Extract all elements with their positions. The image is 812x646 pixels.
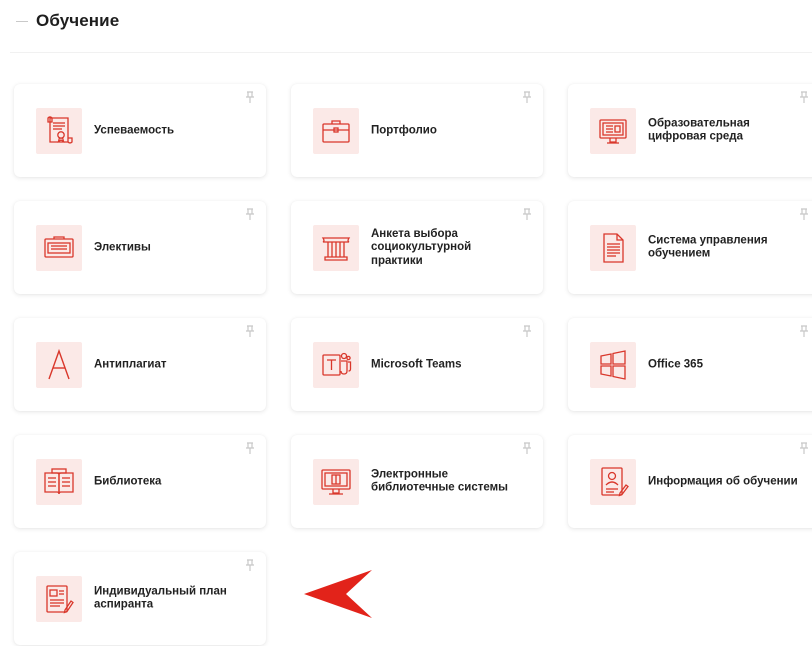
tile-uspevaemost[interactable]: Успеваемость — [14, 84, 266, 177]
windows-icon — [590, 342, 636, 388]
pin-icon[interactable] — [797, 207, 811, 221]
tile-label: Информация об обучении — [648, 474, 798, 487]
tray-icon — [36, 225, 82, 271]
tile-electronic-library-systems[interactable]: Электронные библиотечные системы — [291, 435, 543, 528]
pin-icon[interactable] — [520, 90, 534, 104]
tile-label: Microsoft Teams — [371, 357, 462, 370]
pin-icon[interactable] — [520, 207, 534, 221]
pin-icon[interactable] — [243, 441, 257, 455]
screen-book-icon — [313, 459, 359, 505]
tile-study-information[interactable]: Информация об обучении — [568, 435, 812, 528]
pin-icon[interactable] — [243, 90, 257, 104]
column-icon — [313, 225, 359, 271]
pin-icon[interactable] — [243, 558, 257, 572]
section-divider — [10, 52, 812, 53]
briefcase-icon — [313, 108, 359, 154]
section-collapse-dash[interactable] — [16, 20, 28, 22]
pin-icon[interactable] — [520, 441, 534, 455]
tile-label: Образовательная цифровая среда — [648, 117, 750, 143]
tile-label: Индивидуальный план аспиранта — [94, 585, 227, 611]
tile-individual-plan[interactable]: Индивидуальный план аспиранта — [14, 552, 266, 645]
tile-portfolio[interactable]: Портфолио — [291, 84, 543, 177]
tile-microsoft-teams[interactable]: Microsoft Teams — [291, 318, 543, 411]
pin-icon[interactable] — [797, 324, 811, 338]
tile-label: Office 365 — [648, 357, 703, 370]
plan-document-icon — [36, 576, 82, 622]
tile-label: Портфолио — [371, 123, 437, 136]
tile-label: Библиотека — [94, 474, 162, 487]
pin-icon[interactable] — [520, 324, 534, 338]
monitor-icon — [590, 108, 636, 154]
tile-library[interactable]: Библиотека — [14, 435, 266, 528]
tile-label: Элективы — [94, 240, 151, 253]
tile-label: Электронные библиотечные системы — [371, 468, 508, 494]
section-header: Обучение — [16, 10, 119, 32]
teams-icon — [313, 342, 359, 388]
letter-a-icon — [36, 342, 82, 388]
tile-office-365[interactable]: Office 365 — [568, 318, 812, 411]
tile-learning-management-system[interactable]: Система управления обучением — [568, 201, 812, 294]
document-icon — [590, 225, 636, 271]
id-card-icon — [590, 459, 636, 505]
tile-sociocultural-survey[interactable]: Анкета выбора социокультурной практики — [291, 201, 543, 294]
tile-antiplagiat[interactable]: Антиплагиат — [14, 318, 266, 411]
pin-icon[interactable] — [243, 324, 257, 338]
tile-electives[interactable]: Элективы — [14, 201, 266, 294]
open-book-icon — [36, 459, 82, 505]
tile-label: Система управления обучением — [648, 234, 768, 260]
annotation-arrow-icon — [304, 570, 372, 618]
pin-icon[interactable] — [797, 441, 811, 455]
tile-label: Антиплагиат — [94, 357, 167, 370]
pin-icon[interactable] — [243, 207, 257, 221]
tile-digital-environment[interactable]: Образовательная цифровая среда — [568, 84, 812, 177]
section-title: Обучение — [36, 11, 120, 30]
tile-label: Анкета выбора социокультурной практики — [371, 227, 472, 267]
scroll-certificate-icon — [36, 108, 82, 154]
pin-icon[interactable] — [797, 90, 811, 104]
tile-label: Успеваемость — [94, 123, 175, 136]
